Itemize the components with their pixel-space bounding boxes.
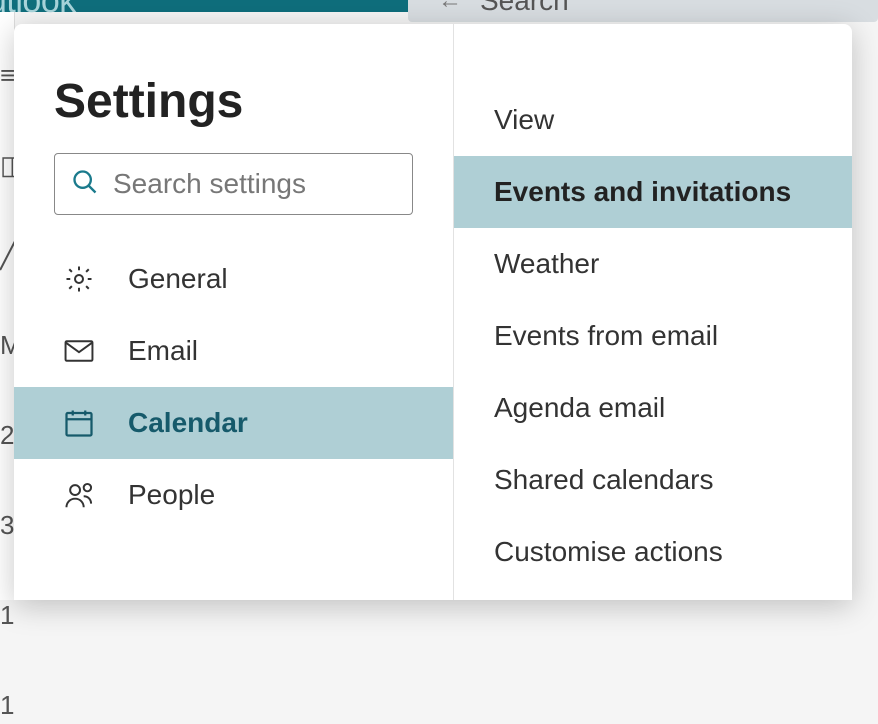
sub-label: Agenda email — [494, 392, 665, 424]
nav-item-calendar[interactable]: Calendar — [14, 387, 453, 459]
sub-item-view[interactable]: View — [454, 84, 852, 156]
calendar-icon — [64, 408, 110, 438]
settings-nav-column: Settings General — [14, 24, 454, 600]
mail-icon — [64, 340, 110, 362]
gear-icon — [64, 264, 110, 294]
sub-item-shared-calendars[interactable]: Shared calendars — [454, 444, 852, 516]
sub-item-weather[interactable]: Weather — [454, 228, 852, 300]
settings-title: Settings — [14, 64, 453, 153]
nav-item-email[interactable]: Email — [14, 315, 453, 387]
settings-search-box[interactable] — [54, 153, 413, 215]
sub-item-agenda-email[interactable]: Agenda email — [454, 372, 852, 444]
sub-item-customise-actions[interactable]: Customise actions — [454, 516, 852, 588]
sub-label: View — [494, 104, 554, 136]
sub-label: Shared calendars — [494, 464, 713, 496]
settings-sub-column: View Events and invitations Weather Even… — [454, 24, 852, 600]
nav-item-people[interactable]: People — [14, 459, 453, 531]
sub-label: Weather — [494, 248, 599, 280]
sub-label: Events from email — [494, 320, 718, 352]
global-search-bg: Search — [408, 0, 878, 22]
nav-item-general[interactable]: General — [14, 243, 453, 315]
nav-label: General — [128, 263, 228, 295]
nav-label: Email — [128, 335, 198, 367]
nav-label: People — [128, 479, 215, 511]
settings-search-input[interactable] — [113, 168, 396, 200]
sub-label: Events and invitations — [494, 176, 791, 208]
sub-label: Customise actions — [494, 536, 723, 568]
nav-label: Calendar — [128, 407, 248, 439]
settings-panel: Settings General — [14, 24, 852, 600]
people-icon — [64, 481, 110, 509]
sub-item-events-from-email[interactable]: Events from email — [454, 300, 852, 372]
search-icon — [71, 168, 99, 201]
sub-item-events-invitations[interactable]: Events and invitations — [454, 156, 852, 228]
